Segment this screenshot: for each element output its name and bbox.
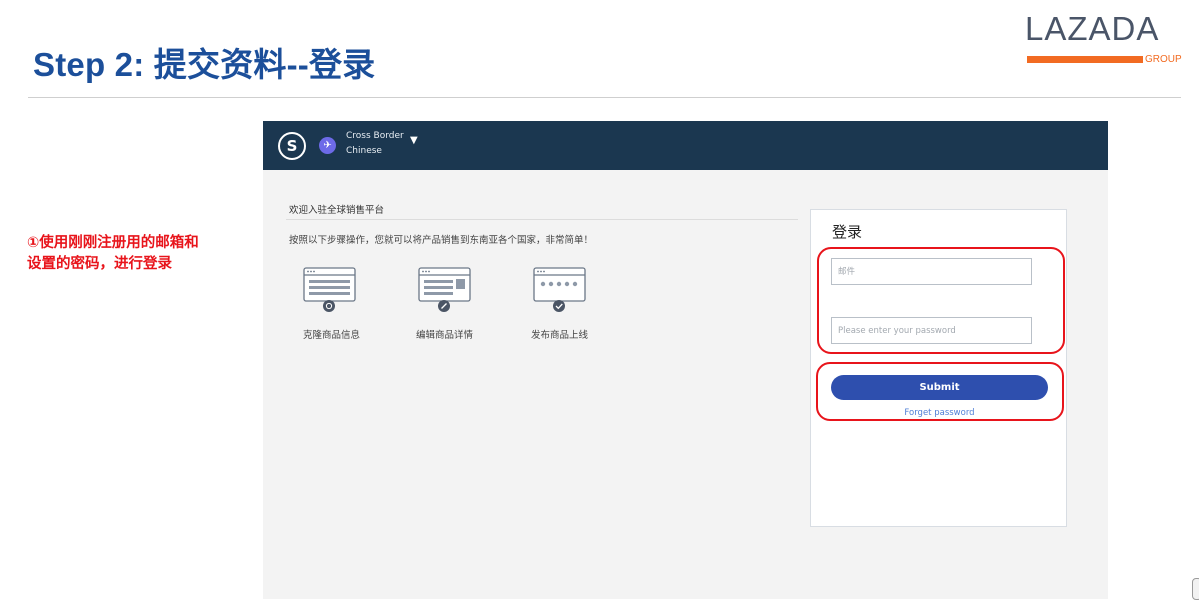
seller-center-screenshot: S ✈ Cross Border Chinese ▼ 欢迎入驻全球销售平台 按照… [263,121,1108,599]
step-label-clone: 克隆商品信息 [303,330,361,341]
edit-listing-icon [418,267,471,312]
scrollbar-handle[interactable] [1192,578,1199,600]
app-header: S ✈ Cross Border Chinese ▼ [263,121,1108,170]
step-label-publish: 发布商品上线 [531,330,589,341]
welcome-heading: 欢迎入驻全球销售平台 [289,205,385,216]
intro-text: 按照以下步骤操作，您就可以将产品销售到东南亚各个国家，非常简单！ [289,235,594,246]
seller-logo-icon[interactable]: S [278,132,306,160]
chevron-down-icon[interactable]: ▼ [410,135,418,146]
submit-highlight [816,362,1064,421]
instruction-annotation: ①使用刚刚注册用的邮箱和设置的密码，进行登录 [27,235,199,272]
title-divider [28,97,1181,98]
publish-listing-icon [533,267,586,312]
login-title: 登录 [832,223,863,241]
slide-title: Step 2: 提交资料--登录 [33,46,376,83]
logo-wordmark: LAZADA [1025,10,1160,47]
credentials-highlight [817,247,1065,354]
clone-listing-icon [303,267,356,312]
lazada-group-logo: LAZADA GROUP [1025,10,1182,65]
logo-subtext: GROUP [1145,54,1182,65]
step-label-edit: 编辑商品详情 [416,330,474,341]
account-language[interactable]: Chinese [346,146,382,156]
logo-underline [1027,56,1143,63]
welcome-divider [286,219,798,220]
account-type[interactable]: Cross Border [346,131,404,141]
plane-icon: ✈ [319,137,336,154]
